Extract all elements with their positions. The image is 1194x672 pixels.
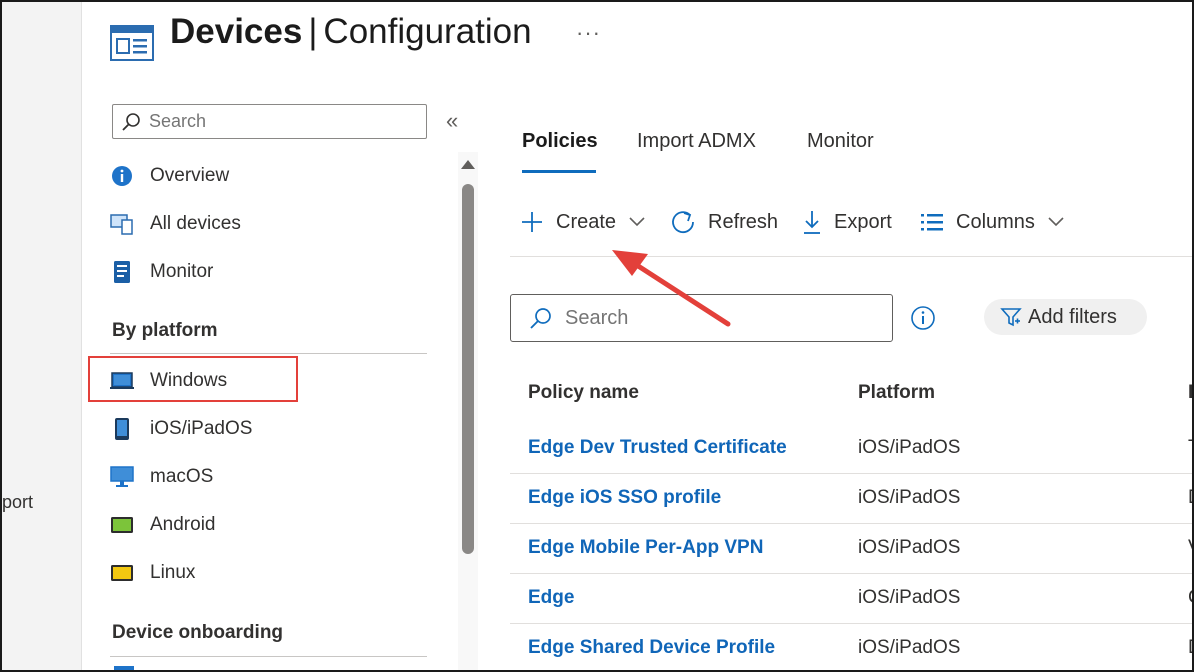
sidebar-search-box[interactable]: [112, 104, 427, 139]
column-header-policy-name[interactable]: Policy name: [528, 382, 639, 404]
phone-icon: [110, 417, 134, 441]
search-icon: [530, 308, 551, 329]
columns-button[interactable]: Columns: [920, 207, 1065, 237]
page-title-separator: |: [308, 12, 318, 51]
monitor-notebook-icon: [110, 260, 134, 284]
app-frame: port Devices|Configuration ··· « Overvie…: [0, 0, 1194, 672]
policy-name-link[interactable]: Edge iOS SSO profile: [528, 487, 721, 509]
partial-cell: C: [1188, 587, 1192, 609]
section-heading-onboarding: Device onboarding: [112, 622, 284, 643]
filter-icon: [1000, 308, 1022, 327]
scrollbar-thumb[interactable]: [462, 184, 474, 554]
desktop-icon: [110, 465, 134, 489]
sidebar-item-monitor[interactable]: Monitor: [110, 256, 213, 288]
policy-name-link[interactable]: Edge Dev Trusted Certificate: [528, 437, 787, 459]
partial-cell: D: [1188, 637, 1192, 659]
columns-list-icon: [921, 214, 943, 231]
scroll-up-arrow-icon[interactable]: [461, 160, 475, 169]
more-options-button[interactable]: ···: [576, 20, 601, 46]
table-row[interactable]: Edge Shared Device Profile iOS/iPadOS D: [510, 624, 1192, 670]
policy-name-link[interactable]: Edge Mobile Per-App VPN: [528, 537, 763, 559]
page-title: Devices | Configuration: [170, 12, 532, 52]
info-icon: [110, 164, 134, 188]
platform-cell: iOS/iPadOS: [858, 537, 961, 558]
table-row[interactable]: Edge Mobile Per-App VPN iOS/iPadOS V: [510, 524, 1192, 574]
search-icon: [122, 112, 140, 131]
tab-policies[interactable]: Policies: [522, 130, 598, 153]
sidebar-item-label: Monitor: [150, 261, 214, 282]
sidebar-item-label: Linux: [150, 562, 196, 583]
section-divider: [110, 353, 427, 354]
export-button[interactable]: Export: [802, 207, 892, 237]
platform-cell: iOS/iPadOS: [858, 587, 961, 608]
active-tab-indicator: [522, 170, 596, 173]
sidebar-item-label: iOS/iPadOS: [150, 418, 253, 439]
sidebar-item-android[interactable]: Android: [110, 509, 216, 541]
add-filters-button[interactable]: Add filters: [984, 299, 1147, 335]
devices-icon: [110, 212, 134, 236]
columns-label: Columns: [956, 210, 1035, 233]
partial-cell: V: [1188, 537, 1192, 559]
table-row[interactable]: Edge iOS SSO profile iOS/iPadOS D: [510, 474, 1192, 524]
platform-cell: iOS/iPadOS: [858, 487, 961, 508]
download-icon: [804, 211, 820, 234]
sidebar-search-input[interactable]: [149, 111, 419, 132]
table-row[interactable]: Edge Dev Trusted Certificate iOS/iPadOS …: [510, 424, 1192, 474]
page-title-sub: Configuration: [323, 12, 532, 51]
windows-laptop-icon: [110, 369, 134, 393]
sidebar-item-macos[interactable]: macOS: [110, 461, 213, 493]
tab-import-admx[interactable]: Import ADMX: [637, 130, 756, 153]
sidebar-item-all-devices[interactable]: All devices: [110, 208, 241, 240]
create-button[interactable]: Create: [520, 207, 646, 237]
chevron-down-icon: [1048, 217, 1064, 227]
sidebar-item-label: Windows: [150, 370, 228, 391]
info-circle-icon[interactable]: [910, 305, 936, 336]
policy-name-link[interactable]: Edge Shared Device Profile: [528, 637, 775, 659]
table-row[interactable]: Edge iOS/iPadOS C: [510, 574, 1192, 624]
linux-device-icon: [110, 561, 134, 585]
annotation-arrow-icon: [612, 250, 731, 327]
refresh-label: Refresh: [708, 210, 779, 233]
create-label: Create: [556, 210, 617, 233]
section-divider: [110, 656, 427, 657]
tab-monitor[interactable]: Monitor: [807, 130, 874, 153]
sidebar-item-label: Android: [150, 514, 216, 535]
left-navigation-strip: port: [2, 2, 82, 670]
sidebar-item-overview[interactable]: Overview: [110, 160, 229, 192]
section-heading-platform: By platform: [112, 320, 218, 341]
page-title-main: Devices: [170, 12, 303, 51]
sidebar-item-linux[interactable]: Linux: [110, 557, 195, 589]
sidebar-item-label: Overview: [150, 165, 230, 186]
sidebar-item-label: All devices: [150, 213, 241, 234]
sidebar-item-ios[interactable]: iOS/iPadOS: [110, 413, 252, 445]
onboarding-item-icon: [114, 666, 134, 670]
refresh-button[interactable]: Refresh: [670, 207, 778, 237]
column-header-platform[interactable]: Platform: [858, 382, 935, 404]
plus-icon: [522, 212, 542, 232]
android-device-icon: [110, 513, 134, 537]
add-filters-label: Add filters: [1028, 305, 1117, 328]
configuration-icon: [110, 22, 154, 62]
platform-cell: iOS/iPadOS: [858, 437, 961, 458]
refresh-icon: [672, 211, 694, 234]
collapse-sidebar-button[interactable]: «: [446, 108, 458, 134]
left-strip-partial-label[interactable]: port: [2, 492, 33, 513]
export-label: Export: [834, 210, 892, 233]
partial-cell: D: [1188, 487, 1192, 509]
policy-name-link[interactable]: Edge: [528, 587, 574, 609]
partial-cell: T: [1188, 437, 1192, 459]
column-header-partial[interactable]: P: [1188, 382, 1192, 404]
platform-cell: iOS/iPadOS: [858, 637, 961, 658]
sidebar-item-label: macOS: [150, 466, 214, 487]
chevron-down-icon: [629, 217, 645, 227]
sidebar-item-windows[interactable]: Windows: [110, 365, 227, 397]
